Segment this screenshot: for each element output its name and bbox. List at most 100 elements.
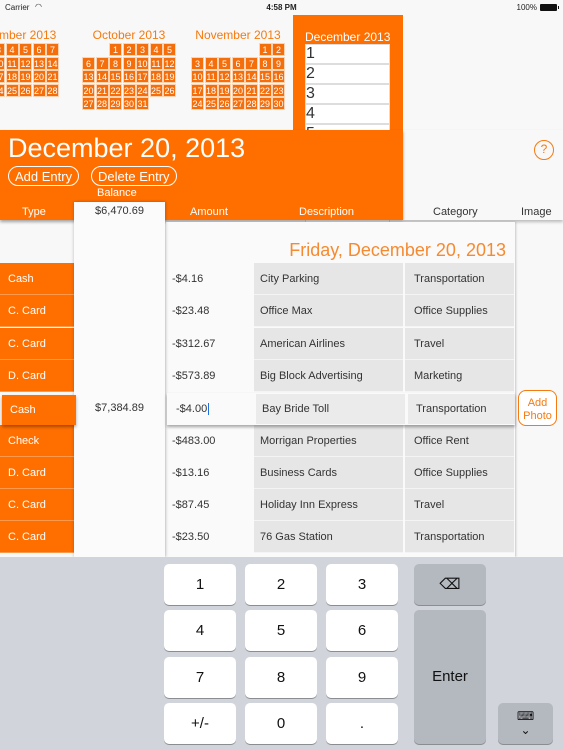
calendar-day[interactable]: 3 <box>305 84 391 104</box>
calendar-day[interactable]: 23 <box>122 83 136 97</box>
row-amount[interactable]: -$4.16 <box>172 263 203 295</box>
calendar-day[interactable]: 21 <box>46 70 59 83</box>
row-amount[interactable]: -$23.50 <box>172 521 209 553</box>
amount-input[interactable]: -$4.00 <box>176 393 210 425</box>
row-amount[interactable]: -$23.48 <box>172 295 209 327</box>
calendar-day[interactable]: 9 <box>122 56 136 70</box>
row-type[interactable]: C. Card <box>0 295 74 328</box>
calendar-day[interactable]: 17 <box>136 70 149 83</box>
calendar-day[interactable]: 11 <box>149 56 163 70</box>
calendar-day[interactable]: 6 <box>32 43 46 56</box>
calendar-month[interactable]: September 201312345678910111213141516171… <box>0 28 59 97</box>
key-6[interactable]: 6 <box>326 610 398 651</box>
calendar-day[interactable]: 15 <box>109 70 122 83</box>
calendar-day[interactable]: 22 <box>258 83 272 97</box>
key-3[interactable]: 3 <box>326 564 398 605</box>
calendar-day[interactable]: 1 <box>305 44 391 64</box>
calendar-day[interactable]: 28 <box>245 97 258 110</box>
row-category[interactable]: Travel <box>405 327 514 360</box>
column-header-type[interactable]: Type <box>22 206 46 218</box>
calendar-day[interactable]: 27 <box>231 97 245 110</box>
calendar-day[interactable]: 26 <box>19 83 32 97</box>
row-type[interactable]: Cash <box>2 395 76 426</box>
row-type[interactable]: D. Card <box>0 456 74 489</box>
calendar-day[interactable]: 4 <box>5 43 19 56</box>
calendar-day[interactable]: 4 <box>204 56 218 70</box>
calendar-day[interactable]: 19 <box>163 70 176 83</box>
calendar-day[interactable]: 13 <box>32 56 46 70</box>
calendar-month[interactable]: November 2013 1 2 3 4 5 6 7 8 9 10 11 12 13 14 15 16 17 18… <box>191 28 285 110</box>
calendar-day[interactable]: 6 <box>231 56 245 70</box>
calendar-day[interactable]: 5 <box>218 56 231 70</box>
key-9[interactable]: 9 <box>326 657 398 698</box>
row-description[interactable]: City Parking <box>254 263 403 295</box>
row-category[interactable]: Office Supplies <box>405 456 514 489</box>
calendar-day[interactable]: 25 <box>149 83 163 97</box>
calendar-day[interactable]: 8 <box>258 56 272 70</box>
calendar-month-selected[interactable]: December 2013123456789101112131415161718… <box>293 15 403 664</box>
calendar-day[interactable]: 26 <box>163 83 176 97</box>
calendar-day[interactable]: 22 <box>109 83 122 97</box>
key-7[interactable]: 7 <box>164 657 236 698</box>
calendar-day[interactable]: 11 <box>5 56 19 70</box>
column-header-category[interactable]: Category <box>433 206 478 218</box>
calendar-day[interactable]: 30 <box>272 97 285 110</box>
calendar-day[interactable]: 12 <box>218 70 231 83</box>
calendar-day[interactable]: 28 <box>95 97 109 110</box>
calendar-day[interactable]: 1 <box>258 43 272 56</box>
calendar-day[interactable]: 7 <box>95 56 109 70</box>
key-5[interactable]: 5 <box>245 610 317 651</box>
row-type[interactable]: Check <box>0 424 74 457</box>
calendar-day[interactable]: 25 <box>204 97 218 110</box>
calendar-day[interactable]: 29 <box>258 97 272 110</box>
calendar-day[interactable]: 5 <box>19 43 32 56</box>
row-description[interactable]: 76 Gas Station <box>254 521 403 554</box>
table-row-editing[interactable]: $7,384.89 Cash -$4.00 Bay Bride Toll Transpo… <box>0 390 557 427</box>
row-description[interactable]: Office Max <box>254 295 403 328</box>
row-category[interactable]: Transportation <box>405 263 514 295</box>
calendar-day[interactable]: 2 <box>305 64 391 84</box>
calendar-day[interactable]: 25 <box>5 83 19 97</box>
calendar-day[interactable]: 19 <box>218 83 231 97</box>
key-decimal[interactable]: . <box>326 703 398 744</box>
key-4[interactable]: 4 <box>164 610 236 651</box>
row-amount[interactable]: -$87.45 <box>172 489 209 521</box>
calendar-day[interactable]: 14 <box>245 70 258 83</box>
calendar-day[interactable]: 29 <box>109 97 122 110</box>
row-type[interactable]: C. Card <box>0 521 74 554</box>
key-0[interactable]: 0 <box>245 703 317 744</box>
row-type[interactable]: D. Card <box>0 359 74 392</box>
calendar-day[interactable]: 2 <box>122 43 136 56</box>
column-header-amount[interactable]: Amount <box>190 206 228 218</box>
calendar-day[interactable]: 5 <box>163 43 176 56</box>
calendar-day[interactable]: 12 <box>19 56 32 70</box>
calendar-day[interactable]: 20 <box>32 70 46 83</box>
calendar-day[interactable]: 15 <box>258 70 272 83</box>
row-category[interactable]: Travel <box>405 489 514 522</box>
calendar-day[interactable]: 30 <box>122 97 136 110</box>
calendar-day[interactable]: 4 <box>149 43 163 56</box>
delete-entry-button[interactable]: Delete Entry <box>91 166 177 186</box>
calendar-day[interactable]: 21 <box>245 83 258 97</box>
row-description[interactable]: Bay Bride Toll <box>256 394 405 425</box>
row-category[interactable]: Office Rent <box>405 424 514 457</box>
row-description[interactable]: Morrigan Properties <box>254 424 403 457</box>
calendar-day[interactable]: 2 <box>272 43 285 56</box>
calendar-day[interactable]: 26 <box>218 97 231 110</box>
row-category[interactable]: Transportation <box>408 394 515 425</box>
enter-key[interactable]: Enter <box>414 610 486 744</box>
row-description[interactable]: Big Block Advertising <box>254 359 403 392</box>
calendar-day[interactable]: 18 <box>149 70 163 83</box>
calendar-day[interactable]: 9 <box>272 56 285 70</box>
row-description[interactable]: Holiday Inn Express <box>254 489 403 522</box>
add-entry-button[interactable]: Add Entry <box>8 166 80 186</box>
row-amount[interactable]: -$483.00 <box>172 425 215 457</box>
calendar-day[interactable]: 17 <box>191 83 204 97</box>
row-category[interactable]: Transportation <box>405 521 514 554</box>
calendar-day[interactable]: 16 <box>122 70 136 83</box>
calendar-day[interactable]: 23 <box>272 83 285 97</box>
calendar-day[interactable]: 4 <box>305 104 391 124</box>
calendar-day[interactable]: 20 <box>231 83 245 97</box>
calendar-day[interactable]: 8 <box>109 56 122 70</box>
calendar-day[interactable]: 3 <box>191 56 204 70</box>
